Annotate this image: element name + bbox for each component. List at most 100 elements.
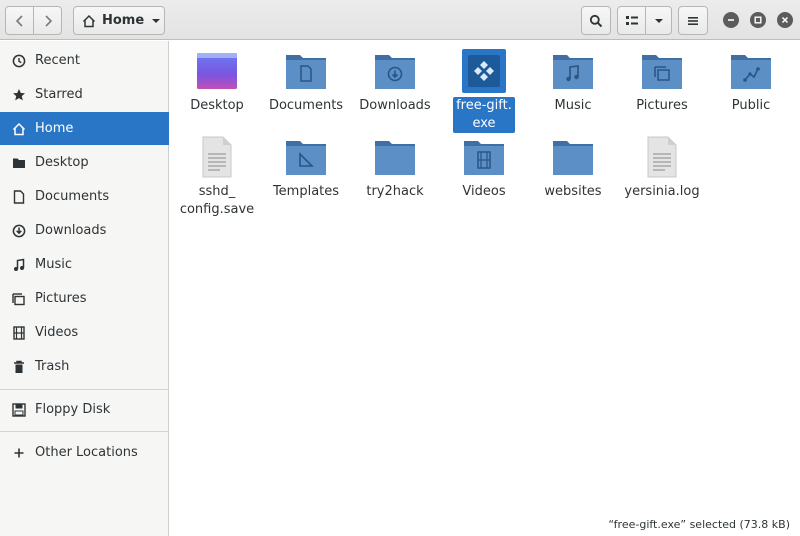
file-name: Downloads: [359, 98, 431, 113]
close-button[interactable]: [777, 12, 793, 28]
sidebar-item-label: Documents: [35, 189, 110, 204]
sidebar-item-home[interactable]: Home: [0, 112, 169, 145]
sidebar-item-label: Pictures: [35, 291, 87, 306]
sidebar-item-desktop[interactable]: Desktop: [0, 146, 169, 179]
music-note-icon: [12, 258, 26, 272]
sidebar-item-label: Recent: [35, 53, 80, 68]
sidebar-item-label: Music: [35, 257, 72, 272]
sidebar-item-recent[interactable]: Recent: [0, 44, 169, 77]
file-item-downloads[interactable]: Downloads: [349, 49, 441, 115]
minimize-button[interactable]: [723, 12, 739, 28]
file-name: Music: [554, 98, 592, 113]
maximize-icon: [754, 13, 762, 28]
file-item-music[interactable]: Music: [527, 49, 619, 115]
file-item-public[interactable]: Public: [705, 49, 797, 115]
floppy-disk-icon: [12, 402, 26, 417]
file-name: Desktop: [190, 98, 244, 113]
search-icon: [589, 14, 603, 28]
plus-icon: [12, 446, 26, 460]
chevron-down-icon: [150, 17, 162, 25]
public-folder-icon: [729, 49, 773, 93]
clock-icon: [12, 54, 26, 68]
sidebar-separator: [0, 431, 169, 432]
main-menu-button[interactable]: [678, 6, 708, 35]
file-name: Pictures: [636, 98, 688, 113]
sidebar-item-label: Desktop: [35, 155, 89, 170]
sidebar-item-documents[interactable]: Documents: [0, 180, 169, 213]
sidebar-item-trash[interactable]: Trash: [0, 350, 169, 383]
file-item-websites[interactable]: websites: [527, 135, 619, 201]
file-item-pictures[interactable]: Pictures: [616, 49, 708, 115]
maximize-button[interactable]: [750, 12, 766, 28]
downloads-folder-icon: [373, 49, 417, 93]
trash-icon: [12, 360, 26, 374]
file-item-videos[interactable]: Videos: [438, 135, 530, 201]
document-icon: [12, 189, 26, 204]
folder-icon: [373, 135, 417, 179]
file-name-line: exe: [472, 116, 496, 131]
header-bar: Home: [0, 0, 800, 40]
view-mode-button[interactable]: [617, 6, 646, 35]
sidebar-item-label: Home: [35, 121, 74, 136]
sidebar-item-pictures[interactable]: Pictures: [0, 282, 169, 315]
sidebar-item-floppy-disk[interactable]: Floppy Disk: [0, 393, 169, 426]
search-button[interactable]: [581, 6, 611, 35]
star-icon: [12, 88, 26, 102]
chevron-down-icon: [653, 17, 665, 25]
file-item-sshd-config-save[interactable]: sshd_ config.save: [171, 135, 263, 219]
file-name: Templates: [272, 184, 340, 199]
executable-icon: [462, 49, 506, 93]
file-name-line: config.save: [179, 202, 255, 217]
file-name: Public: [731, 98, 771, 113]
file-name-line: free-gift.: [456, 98, 512, 113]
back-button[interactable]: [5, 6, 34, 35]
file-item-documents[interactable]: Documents: [260, 49, 352, 115]
path-bar-label: Home: [102, 13, 145, 28]
file-name: yersinia.log: [624, 184, 700, 199]
chevron-left-icon: [15, 14, 25, 28]
videos-folder-icon: [462, 135, 506, 179]
list-view-icon: [625, 15, 639, 27]
text-file-icon: [195, 135, 239, 179]
pictures-icon: [12, 292, 26, 306]
sidebar-item-label: Videos: [35, 325, 79, 340]
sidebar-item-music[interactable]: Music: [0, 248, 169, 281]
file-name-line: sshd_: [198, 184, 236, 199]
file-item-yersinia-log[interactable]: yersinia.log: [616, 135, 708, 201]
pictures-folder-icon: [640, 49, 684, 93]
file-name: websites: [544, 184, 602, 199]
sidebar-item-label: Trash: [35, 359, 70, 374]
view-options-dropdown[interactable]: [645, 6, 672, 35]
file-name: Videos: [462, 184, 506, 199]
file-name: try2hack: [366, 184, 424, 199]
sidebar-item-downloads[interactable]: Downloads: [0, 214, 169, 247]
file-item-templates[interactable]: Templates: [260, 135, 352, 201]
templates-folder-icon: [284, 135, 328, 179]
sidebar-item-starred[interactable]: Starred: [0, 78, 169, 111]
file-item-desktop[interactable]: Desktop: [171, 49, 263, 115]
file-item-free-gift-exe[interactable]: free-gift. exe: [438, 49, 530, 133]
file-icon-view: Desktop Documents Downloads free-gift. e…: [170, 41, 800, 536]
sidebar-item-label: Starred: [35, 87, 83, 102]
film-icon: [12, 325, 26, 340]
sidebar-item-label: Floppy Disk: [35, 402, 111, 417]
file-name: sshd_ config.save: [177, 183, 257, 219]
sidebar-item-videos[interactable]: Videos: [0, 316, 169, 349]
sidebar-separator: [0, 389, 169, 390]
music-folder-icon: [551, 49, 595, 93]
folder-icon: [551, 135, 595, 179]
home-icon: [82, 14, 96, 28]
selection-status: “free-gift.exe” selected (73.8 kB): [604, 517, 794, 532]
path-bar-home-button[interactable]: Home: [73, 6, 165, 35]
places-sidebar: Recent Starred Home Desktop Documents Do…: [0, 41, 169, 536]
chevron-right-icon: [43, 14, 53, 28]
download-icon: [12, 224, 26, 238]
file-item-try2hack[interactable]: try2hack: [349, 135, 441, 201]
forward-button[interactable]: [33, 6, 62, 35]
sidebar-item-label: Other Locations: [35, 445, 138, 460]
sidebar-item-other-locations[interactable]: Other Locations: [0, 436, 169, 469]
hamburger-menu-icon: [687, 15, 699, 27]
minimize-icon: [727, 13, 735, 28]
file-name: Documents: [268, 98, 344, 113]
home-icon: [12, 122, 26, 136]
